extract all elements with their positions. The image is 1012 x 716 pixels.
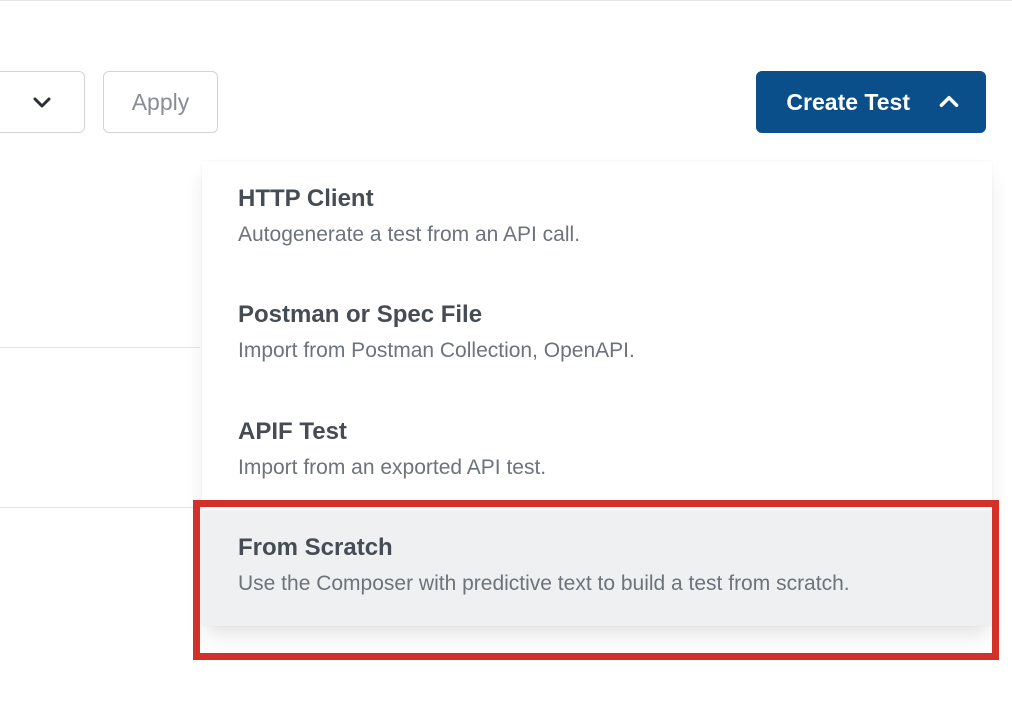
- divider: [0, 507, 200, 508]
- menu-item-title: HTTP Client: [238, 185, 956, 213]
- create-test-button-label: Create Test: [786, 89, 910, 116]
- menu-item-desc: Autogenerate a test from an API call.: [238, 221, 956, 249]
- chevron-up-icon: [936, 89, 962, 115]
- menu-item-http-client[interactable]: HTTP Client Autogenerate a test from an …: [202, 161, 992, 277]
- menu-item-desc: Use the Composer with predictive text to…: [238, 570, 956, 598]
- menu-item-desc: Import from Postman Collection, OpenAPI.: [238, 337, 956, 365]
- menu-item-title: APIF Test: [238, 418, 956, 446]
- menu-item-title: From Scratch: [238, 534, 956, 562]
- menu-item-title: Postman or Spec File: [238, 301, 956, 329]
- menu-item-from-scratch[interactable]: From Scratch Use the Composer with predi…: [202, 510, 992, 626]
- chevron-down-icon: [30, 90, 54, 114]
- menu-item-apif-test[interactable]: APIF Test Import from an exported API te…: [202, 394, 992, 510]
- divider: [0, 347, 200, 348]
- menu-item-desc: Import from an exported API test.: [238, 454, 956, 482]
- create-test-menu: HTTP Client Autogenerate a test from an …: [202, 161, 992, 626]
- apply-button[interactable]: Apply: [103, 71, 218, 133]
- toolbar: Apply Create Test: [0, 71, 1012, 141]
- filter-dropdown[interactable]: [0, 71, 85, 133]
- menu-item-postman-spec[interactable]: Postman or Spec File Import from Postman…: [202, 277, 992, 393]
- create-test-button[interactable]: Create Test: [756, 71, 986, 133]
- apply-button-label: Apply: [132, 89, 190, 116]
